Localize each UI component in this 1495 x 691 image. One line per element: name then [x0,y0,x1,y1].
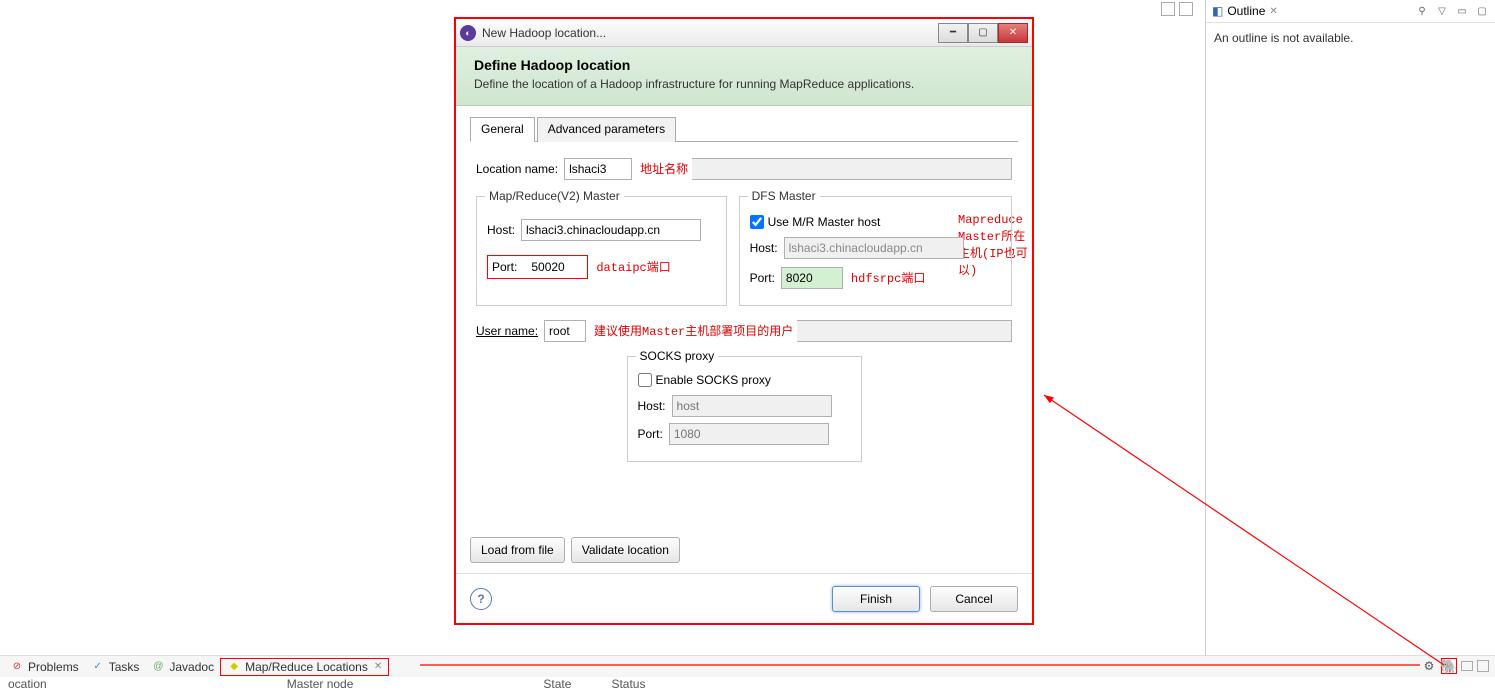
load-from-file-button[interactable]: Load from file [470,537,565,563]
annotation-addr-name: 地址名称 [640,160,688,177]
mr-master-group: Map/Reduce(V2) Master Host: Port: dataip… [476,196,727,306]
locations-table-header: ocation Master node State Status [0,677,1495,689]
dfs-host-label: Host: [750,241,778,255]
user-name-input[interactable] [544,320,586,342]
dialog-header-title: Define Hadoop location [474,57,1014,73]
use-mr-host-label: Use M/R Master host [768,215,881,229]
elephant-icon: 🐘 [1440,658,1457,675]
tasks-icon: ✓ [91,660,105,674]
validate-location-button[interactable]: Validate location [571,537,680,563]
annotation-hdfs-rpc: hdfsrpc端口 [851,269,925,286]
col-status: Status [611,677,645,689]
maximize-icon[interactable]: ▢ [1475,4,1489,18]
minimize-pane-icon[interactable] [1161,2,1175,16]
use-mr-host-checkbox[interactable] [750,215,764,229]
socks-port-label: Port: [638,427,663,441]
outline-icon: ◧ [1212,4,1223,18]
socks-host-input [672,395,832,417]
view-tab-mapreduce[interactable]: ◆ Map/Reduce Locations ✕ [220,658,389,676]
tab-advanced[interactable]: Advanced parameters [537,117,676,142]
problems-icon: ⊘ [10,660,24,674]
user-name-tail [797,320,1012,342]
user-name-label: User name: [476,324,538,338]
minimize-view-icon[interactable] [1461,661,1473,671]
location-name-input[interactable] [564,158,632,180]
gear-icon[interactable]: ⚙ [1421,658,1437,674]
javadoc-icon: @ [151,660,165,674]
socks-port-input [669,423,829,445]
dialog-window-title: New Hadoop location... [482,26,606,40]
socks-enable-checkbox[interactable] [638,373,652,387]
mapreduce-icon: ◆ [227,660,241,674]
location-name-tail [692,158,1012,180]
outline-title: Outline [1227,4,1265,18]
outline-view: ◧ Outline ✕ ⚲ ▽ ▭ ▢ An outline is not av… [1205,0,1495,660]
view-tab-tasks[interactable]: ✓ Tasks [85,658,146,676]
socks-group: SOCKS proxy Enable SOCKS proxy Host: Por… [627,356,862,462]
view-tab-javadoc[interactable]: @ Javadoc [145,658,220,676]
mr-host-input[interactable] [521,219,701,241]
dfs-host-input [784,237,964,259]
dfs-master-group: DFS Master Use M/R Master host Host: Por… [739,196,1012,306]
dialog-titlebar: ◐ New Hadoop location... ━ ▢ ✕ [456,19,1032,47]
view-tab-label: Map/Reduce Locations [245,660,368,674]
dialog-header: Define Hadoop location Define the locati… [456,47,1032,106]
view-tab-problems[interactable]: ⊘ Problems [4,658,85,676]
view-tab-label: Tasks [109,660,140,674]
col-master-node: Master node [287,677,354,689]
socks-enable-label: Enable SOCKS proxy [656,373,771,387]
tab-general[interactable]: General [470,117,535,142]
cancel-button[interactable]: Cancel [930,586,1018,612]
mr-host-label: Host: [487,223,515,237]
location-name-label: Location name: [476,162,558,176]
annotation-data-ipc: dataipc端口 [596,258,670,275]
col-location: ocation [8,677,47,689]
bottom-views-bar: ⊘ Problems ✓ Tasks @ Javadoc ◆ Map/Reduc… [0,655,1495,677]
filter-icon[interactable]: ⚲ [1415,4,1429,18]
annotation-user-hint: 建议使用Master主机部署项目的用户 [594,322,793,339]
socks-host-label: Host: [638,399,666,413]
mr-master-legend: Map/Reduce(V2) Master [485,189,624,203]
mr-port-label: Port: [492,260,517,274]
dialog-header-desc: Define the location of a Hadoop infrastr… [474,77,1014,93]
dialog-tabs: General Advanced parameters [470,116,1018,142]
new-hadoop-location-icon[interactable]: 🐘 [1441,658,1457,674]
window-maximize-button[interactable]: ▢ [968,23,998,43]
dfs-master-legend: DFS Master [748,189,820,203]
eclipse-icon: ◐ [460,25,476,41]
hadoop-location-dialog: ◐ New Hadoop location... ━ ▢ ✕ Define Ha… [454,17,1034,625]
view-tab-label: Javadoc [169,660,214,674]
dfs-port-input[interactable] [781,267,843,289]
minimize-icon[interactable]: ▭ [1455,4,1469,18]
window-close-button[interactable]: ✕ [998,23,1028,43]
finish-button[interactable]: Finish [832,586,920,612]
col-state: State [543,677,571,689]
help-icon[interactable]: ? [470,588,492,610]
dfs-port-label: Port: [750,271,775,285]
close-icon[interactable]: ✕ [374,661,382,672]
mr-port-input[interactable] [527,256,583,278]
maximize-pane-icon[interactable] [1179,2,1193,16]
socks-legend: SOCKS proxy [636,349,719,363]
outline-message: An outline is not available. [1206,23,1495,53]
window-minimize-button[interactable]: ━ [938,23,968,43]
view-menu-icon[interactable]: ▽ [1435,4,1449,18]
view-tab-label: Problems [28,660,79,674]
maximize-view-icon[interactable] [1477,660,1489,672]
close-icon[interactable]: ✕ [1269,6,1277,17]
